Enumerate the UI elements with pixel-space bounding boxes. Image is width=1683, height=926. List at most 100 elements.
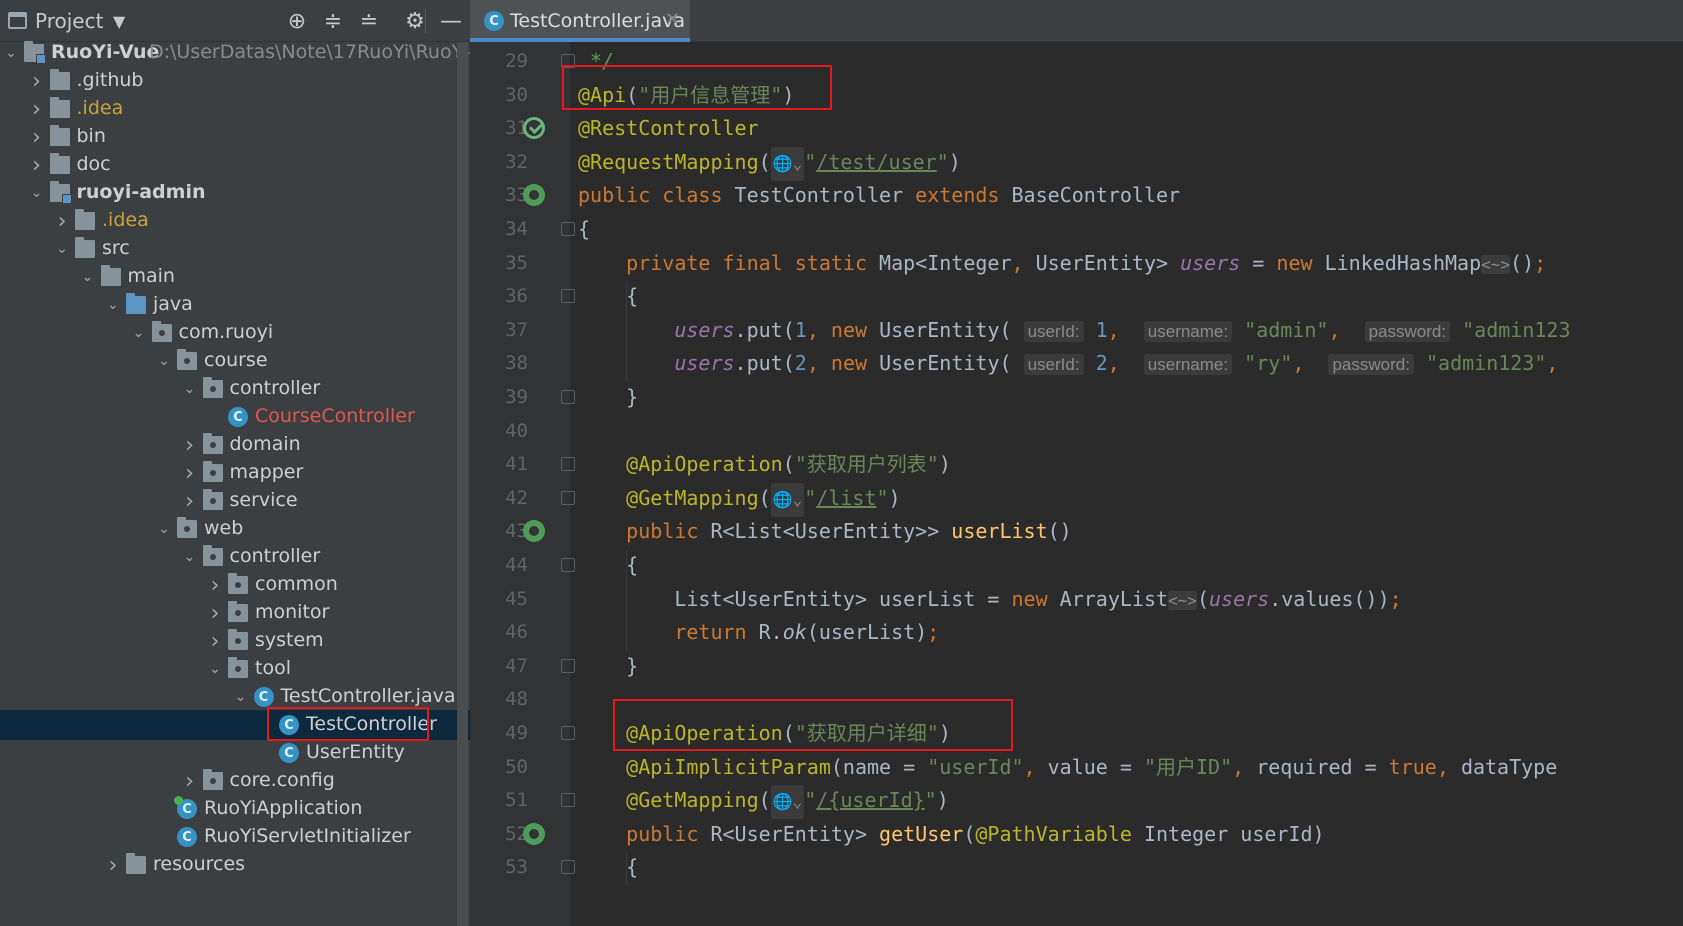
chevron-down-icon[interactable]: ▼ (113, 12, 125, 31)
tree-item[interactable]: ⌄ controller (0, 374, 492, 404)
tree-item-label: bin (76, 125, 106, 147)
tree-item[interactable]: › resources (0, 850, 492, 880)
code-line: @ApiImplicitParam(name = "userId", value… (626, 754, 1558, 779)
line-number: 41 (505, 453, 528, 476)
spring-bean-icon[interactable] (523, 117, 545, 140)
chevron-right-icon[interactable]: › (181, 430, 199, 460)
chevron-right-icon[interactable]: › (28, 150, 46, 180)
tree-item[interactable]: ⌄ java (0, 290, 492, 320)
chevron-right-icon[interactable]: › (104, 850, 122, 880)
chevron-down-icon[interactable]: ⌄ (53, 234, 71, 264)
code-line: @GetMapping(🌐⌄ "/{userId}") (578, 783, 949, 820)
chevron-down-icon[interactable]: ⌄ (155, 346, 173, 376)
project-panel-title[interactable]: Project (35, 9, 103, 33)
tree-item-label: com.ruoyi (178, 321, 274, 343)
chevron-right-icon[interactable]: › (206, 570, 224, 600)
line-number: 37 (505, 318, 528, 341)
class-icon: C (484, 11, 504, 31)
folder-icon (49, 69, 70, 90)
code-line: public R<UserEntity> getUser(@PathVariab… (626, 821, 1325, 846)
chevron-down-icon[interactable]: ⌄ (155, 514, 173, 544)
tree-item[interactable]: C UserEntity (0, 738, 492, 768)
expand-all-icon[interactable]: ≑ (318, 6, 348, 36)
tree-item[interactable]: › .idea (0, 206, 492, 236)
chevron-down-icon[interactable]: ⌄ (206, 654, 224, 684)
chevron-down-icon[interactable]: ⌄ (130, 318, 148, 348)
minimize-icon[interactable]: — (436, 6, 466, 36)
chevron-down-icon[interactable]: ⌄ (28, 178, 46, 208)
code-line: users.put(2, new UserEntity( userId: 2, … (674, 351, 1559, 376)
tree-item-label: monitor (255, 601, 330, 623)
app-class-icon: C (174, 796, 197, 819)
tree-item[interactable]: › core.config (0, 766, 492, 796)
chevron-right-icon[interactable]: › (206, 598, 224, 628)
chevron-right-icon[interactable]: › (206, 626, 224, 656)
close-icon[interactable]: ✕ (665, 9, 680, 30)
tree-item[interactable]: ⌄ C TestController.java (0, 682, 492, 712)
folder-icon (49, 125, 70, 146)
tree-item[interactable]: › bin (0, 122, 492, 152)
tree-item[interactable]: › monitor (0, 598, 492, 628)
tree-item[interactable]: › system (0, 626, 492, 656)
chevron-right-icon[interactable]: › (181, 458, 199, 488)
url-navigation-icon[interactable]: 🌐⌄ (770, 785, 805, 820)
code-line: users.put(1, new UserEntity( userId: 1, … (674, 317, 1571, 342)
tree-item[interactable]: › service (0, 486, 492, 516)
tree-item[interactable]: ⌄ tool (0, 654, 492, 684)
web-endpoint-icon[interactable] (523, 822, 545, 845)
collapse-all-icon[interactable]: ≐ (354, 6, 384, 36)
code-area[interactable]: */ @Api("用户信息管理") @RestController @RequestM… (570, 42, 1683, 926)
tab-testcontroller-java[interactable]: C TestController.java ✕ (470, 0, 690, 42)
code-line: } (578, 385, 639, 409)
panel-divider[interactable] (457, 42, 468, 926)
tree-item[interactable]: ⌄ controller (0, 542, 492, 572)
tree-item[interactable]: C TestController (0, 710, 492, 740)
folder-icon (49, 97, 70, 118)
tree-item[interactable]: › common (0, 570, 492, 600)
chevron-right-icon[interactable]: › (28, 66, 46, 96)
project-panel-header: Project ▼ ⊕ ≑ ≐ ⚙ — (0, 0, 502, 42)
web-endpoint-icon[interactable] (523, 520, 545, 543)
tree-item[interactable]: C RuoYiApplication (0, 794, 492, 824)
url-navigation-icon[interactable]: 🌐⌄ (770, 146, 805, 181)
tree-item[interactable]: ⌄ ruoyi-admin (0, 178, 492, 208)
tree-item[interactable]: ⌄ com.ruoyi (0, 318, 492, 348)
tree-item[interactable]: C CourseController (0, 402, 492, 432)
package-icon (151, 321, 172, 342)
spring-bean-icon[interactable] (523, 184, 545, 207)
line-number: 35 (505, 251, 528, 274)
tree-item[interactable]: › domain (0, 430, 492, 460)
tree-item[interactable]: ⌄ web (0, 514, 492, 544)
tree-item[interactable]: › .idea (0, 94, 492, 124)
tree-item[interactable]: ⌄ course (0, 346, 492, 376)
tree-item-label: resources (153, 853, 246, 875)
line-number: 42 (505, 486, 528, 509)
line-number: 47 (505, 654, 528, 677)
tree-item[interactable]: ⌄ src (0, 234, 492, 264)
tree-item[interactable]: › doc (0, 150, 492, 180)
chevron-down-icon[interactable]: ⌄ (181, 542, 199, 572)
gear-icon[interactable]: ⚙ (400, 6, 430, 36)
locate-icon[interactable]: ⊕ (282, 6, 312, 36)
chevron-right-icon[interactable]: › (28, 94, 46, 124)
chevron-down-icon[interactable]: ⌄ (2, 38, 20, 68)
chevron-right-icon[interactable]: › (53, 206, 71, 236)
tree-item[interactable]: ⌄ main (0, 262, 492, 292)
tree-item[interactable]: › .github (0, 66, 492, 96)
tree-item-label: RuoYi-Vue (51, 41, 160, 63)
chevron-right-icon[interactable]: › (28, 122, 46, 152)
chevron-down-icon[interactable]: ⌄ (181, 374, 199, 404)
tree-item[interactable]: C RuoYiServletInitializer (0, 822, 492, 852)
code-line: return R.ok(userList); (674, 620, 940, 645)
chevron-right-icon[interactable]: › (181, 486, 199, 516)
chevron-right-icon[interactable]: › (181, 766, 199, 796)
url-navigation-icon[interactable]: 🌐⌄ (770, 482, 805, 517)
package-icon (202, 489, 223, 510)
chevron-down-icon[interactable]: ⌄ (232, 682, 250, 712)
package-icon (202, 377, 223, 398)
tree-item[interactable]: › mapper (0, 458, 492, 488)
tree-item-label: .idea (76, 97, 124, 119)
chevron-down-icon[interactable]: ⌄ (104, 290, 122, 320)
tree-item[interactable]: ⌄ RuoYi-Vue D:\UserDatas\Note\17RuoYi\RuoY… (0, 38, 497, 68)
chevron-down-icon[interactable]: ⌄ (79, 262, 97, 292)
